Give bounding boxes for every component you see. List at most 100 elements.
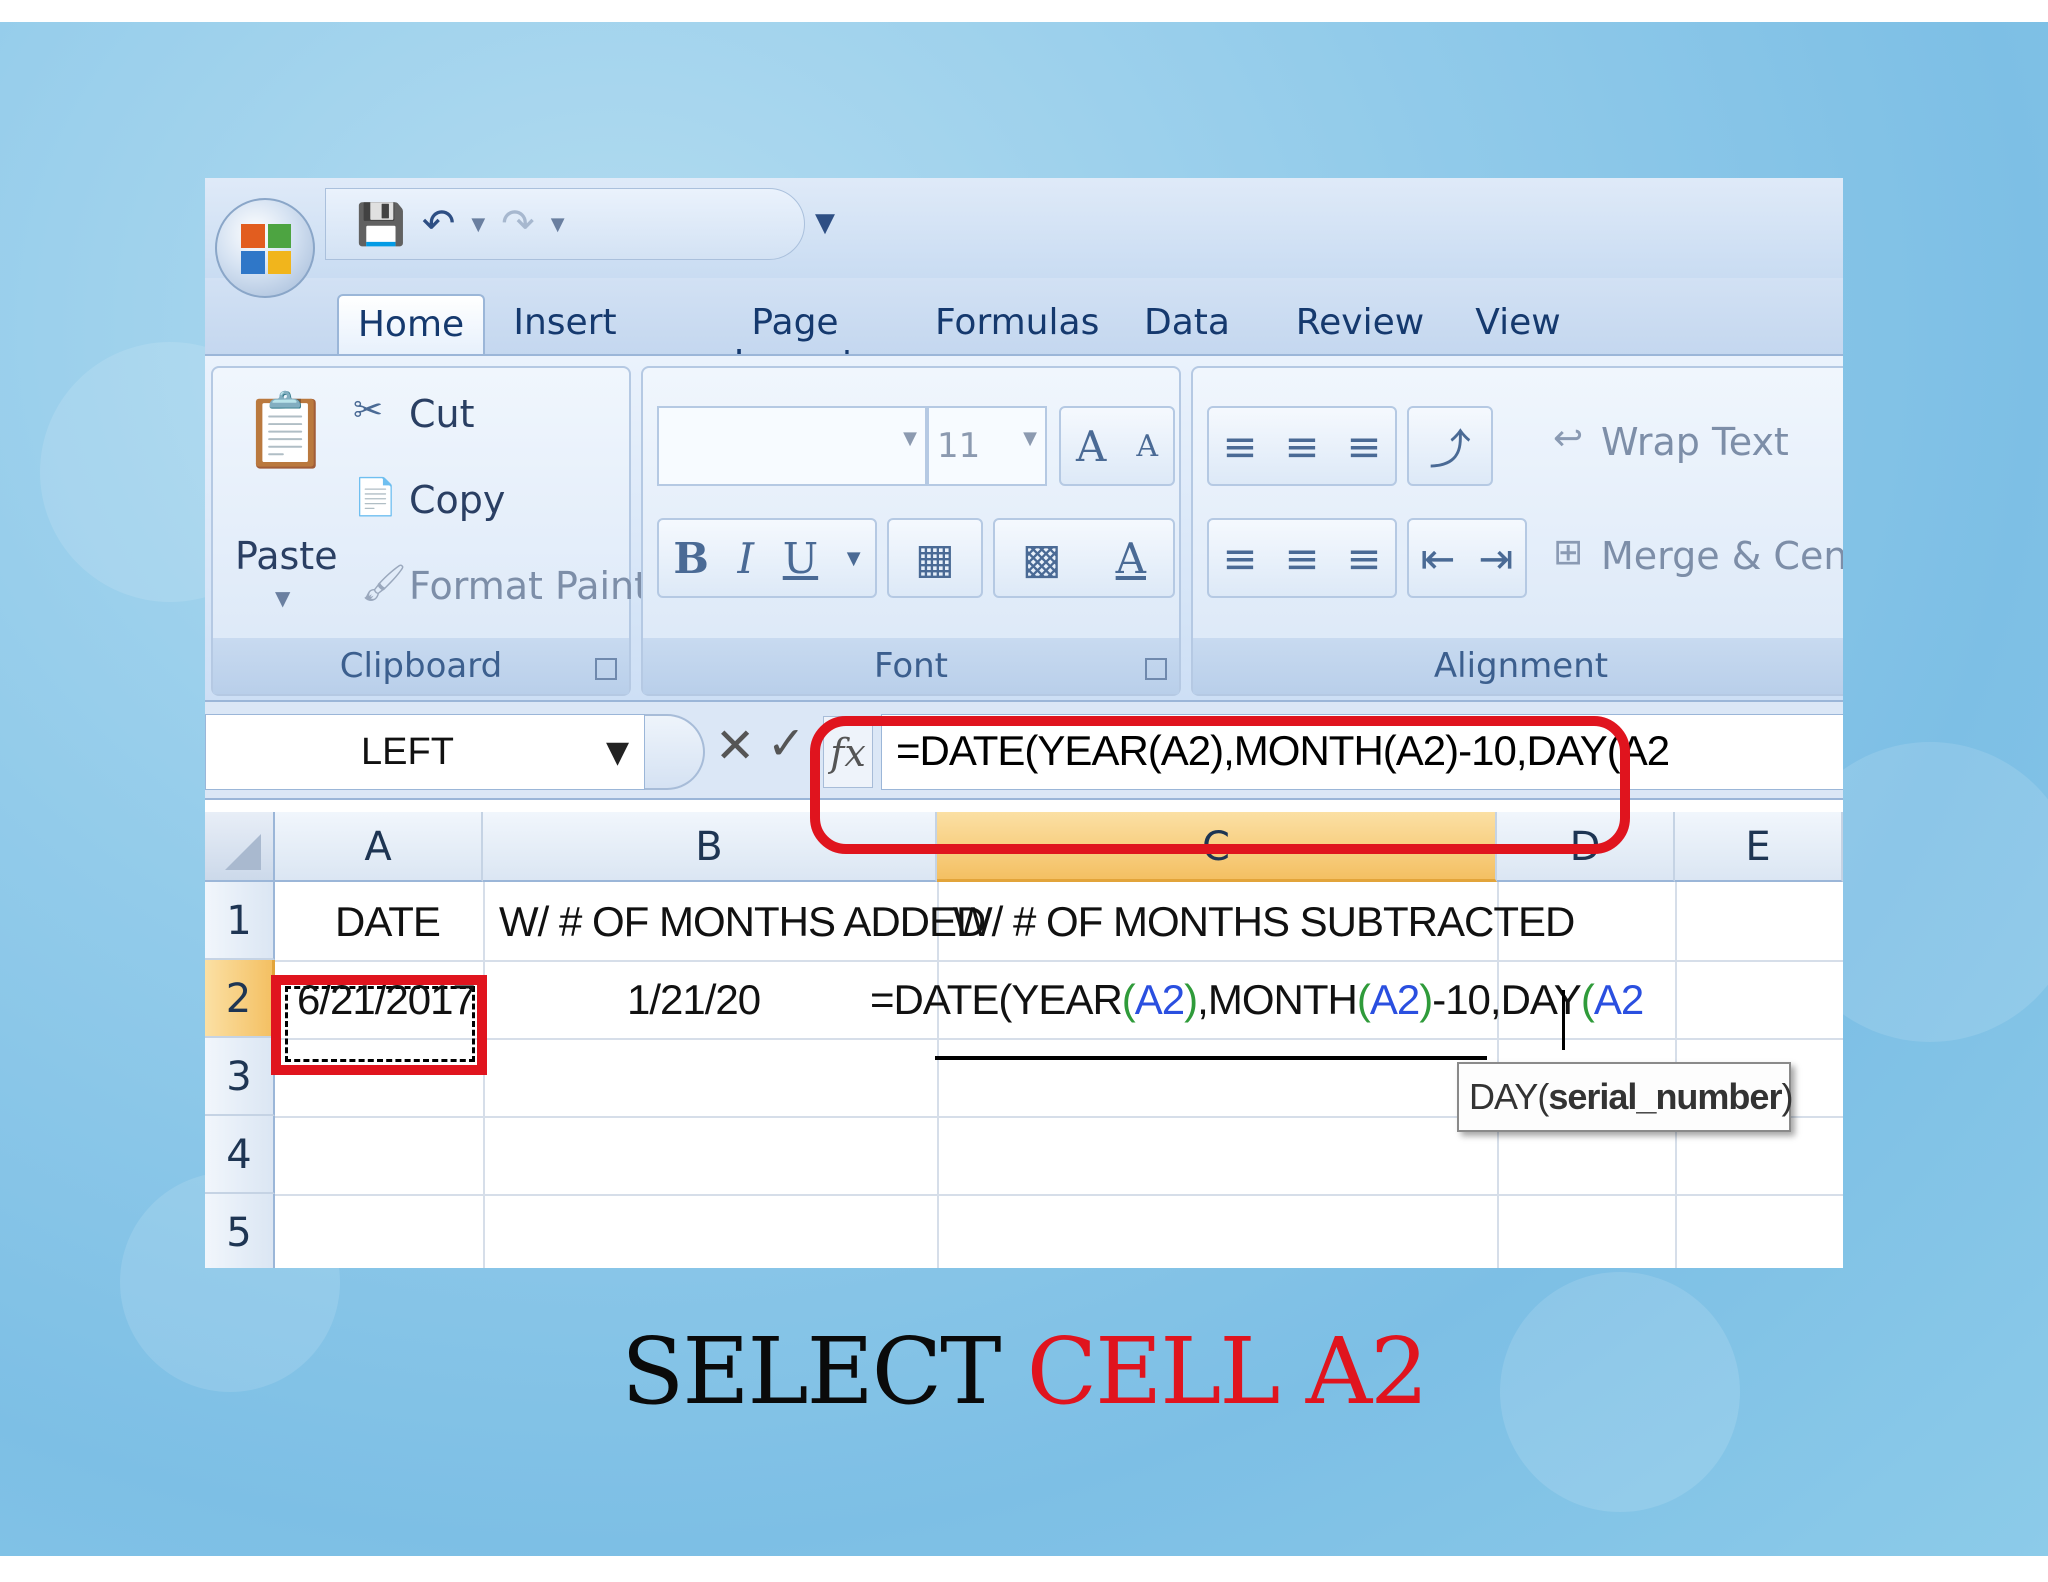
font-name-dropdown-icon[interactable]: ▼	[903, 428, 917, 449]
grid-line	[275, 960, 1843, 962]
copy-button[interactable]: Copy	[409, 478, 505, 522]
column-header-e[interactable]: E	[1675, 812, 1843, 882]
clipboard-group: 📋 Paste ▼ ✂ Cut 📄 Copy 🖌 Format Painter …	[211, 366, 688, 696]
font-size-combo[interactable]: 11 ▼	[927, 406, 1047, 486]
underline-dropdown-icon[interactable]: ▼	[847, 548, 861, 569]
tooltip-argument: serial_number	[1548, 1076, 1782, 1117]
formula-part: =DATE(YEAR	[870, 976, 1123, 1023]
redo-icon[interactable]: ↷	[501, 201, 535, 247]
fill-color-icon[interactable]: ▩	[1022, 534, 1062, 583]
wrap-text-icon[interactable]: ↩	[1553, 418, 1583, 459]
formula-ref-a2: A2	[1369, 976, 1420, 1023]
orientation-button[interactable]: ⤴	[1407, 406, 1493, 486]
tab-data[interactable]: Data	[1137, 294, 1237, 356]
row-header-1[interactable]: 1	[205, 882, 275, 960]
redo-dropdown-icon[interactable]: ▼	[551, 214, 565, 235]
row-header-2[interactable]: 2	[205, 960, 275, 1038]
paste-button[interactable]: Paste	[235, 534, 338, 578]
format-painter-icon[interactable]: 🖌	[361, 562, 407, 604]
office-logo-icon	[241, 224, 291, 274]
column-header-a[interactable]: A	[275, 812, 483, 882]
font-style-buttons: B I U ▼	[657, 518, 877, 598]
undo-dropdown-icon[interactable]: ▼	[471, 214, 485, 235]
font-name-combo[interactable]: ▼	[657, 406, 927, 486]
paste-dropdown-icon[interactable]: ▼	[275, 586, 290, 610]
office-button[interactable]	[215, 198, 315, 298]
active-cell-border	[935, 1056, 1487, 1060]
slide-caption: SELECT CELL A2	[0, 1318, 2048, 1425]
name-box[interactable]: LEFT ▼	[205, 714, 645, 790]
cell-a1[interactable]: DATE	[335, 898, 441, 946]
customize-icon[interactable]: ▼	[815, 208, 835, 238]
indent-buttons: ⇤ ⇥	[1407, 518, 1527, 598]
align-left-icon[interactable]: ≡	[1222, 534, 1257, 583]
select-all-button[interactable]	[205, 812, 275, 882]
cell-a2-highlight-annotation	[271, 975, 487, 1075]
shrink-font-button[interactable]: A	[1136, 429, 1158, 464]
merge-center-icon[interactable]: ⊞	[1553, 532, 1583, 573]
ribbon: 📋 Paste ▼ ✂ Cut 📄 Copy 🖌 Format Painter …	[205, 354, 1843, 700]
cell-c1[interactable]: W/ # OF MONTHS SUBTRACTED	[953, 898, 1575, 946]
color-buttons: ▩ A	[993, 518, 1175, 598]
font-size-value: 11	[937, 426, 981, 466]
paste-icon[interactable]: 📋	[241, 388, 331, 473]
save-icon[interactable]: 💾	[356, 201, 406, 248]
tab-view[interactable]: View	[1473, 294, 1563, 356]
font-launcher-icon[interactable]	[1145, 658, 1167, 680]
name-box-value: LEFT	[361, 731, 454, 773]
borders-button[interactable]: ▦	[887, 518, 983, 598]
wrap-text-button[interactable]: Wrap Text	[1601, 420, 1789, 464]
grid-line	[483, 882, 485, 1268]
vertical-align-buttons: ≡ ≡ ≡	[1207, 406, 1397, 486]
cut-icon[interactable]: ✂	[353, 390, 383, 431]
clipboard-launcher-icon[interactable]	[595, 658, 617, 680]
align-center-icon[interactable]: ≡	[1284, 534, 1319, 583]
caption-text-red: CELL A2	[1026, 1318, 1429, 1425]
enter-icon[interactable]: ✓	[767, 716, 806, 770]
align-right-icon[interactable]: ≡	[1346, 534, 1381, 583]
merge-center-button[interactable]: Merge & Center	[1601, 534, 1843, 578]
cut-button[interactable]: Cut	[409, 392, 475, 436]
tab-page-layout[interactable]: Page Layout	[685, 294, 905, 384]
cell-b2[interactable]: 1/21/20	[627, 976, 761, 1024]
undo-icon[interactable]: ↶	[422, 201, 456, 247]
formula-bar-divider[interactable]	[645, 714, 705, 790]
text-cursor	[1562, 990, 1565, 1050]
tab-home[interactable]: Home	[337, 294, 485, 356]
row-header-4[interactable]: 4	[205, 1116, 275, 1194]
underline-button[interactable]: U	[783, 534, 818, 583]
horizontal-align-buttons: ≡ ≡ ≡	[1207, 518, 1397, 598]
tab-insert[interactable]: Insert	[505, 294, 625, 356]
function-tooltip[interactable]: DAY(serial_number)	[1457, 1062, 1793, 1132]
bold-button[interactable]: B	[673, 534, 709, 583]
clipboard-group-label: Clipboard	[213, 638, 629, 694]
cell-b1[interactable]: W/ # OF MONTHS ADDED	[499, 898, 986, 946]
row-header-3[interactable]: 3	[205, 1038, 275, 1116]
font-group: ▼ 11 ▼ A A B I U ▼ ▦ ▩ A Font	[641, 366, 1181, 696]
align-top-icon[interactable]: ≡	[1222, 422, 1257, 471]
excel-screenshot: 💾 ↶ ▼ ↷ ▼ ▼ Home Insert Page Layout Form…	[205, 178, 1843, 1268]
align-middle-icon[interactable]: ≡	[1284, 422, 1319, 471]
cancel-icon[interactable]: ✕	[715, 718, 755, 774]
tooltip-close: )	[1781, 1076, 1793, 1117]
align-bottom-icon[interactable]: ≡	[1346, 422, 1381, 471]
font-color-button[interactable]: A	[1116, 534, 1146, 583]
increase-indent-icon[interactable]: ⇥	[1478, 534, 1513, 583]
grid-line	[275, 1194, 1843, 1196]
alignment-group-label: Alignment	[1193, 638, 1843, 694]
copy-icon[interactable]: 📄	[353, 476, 398, 518]
font-size-dropdown-icon[interactable]: ▼	[1023, 428, 1037, 449]
decrease-indent-icon[interactable]: ⇤	[1420, 534, 1455, 583]
ribbon-tabs: Home Insert Page Layout Formulas Data Re…	[205, 278, 1843, 384]
row-header-5[interactable]: 5	[205, 1194, 275, 1268]
formula-part: ,MONTH	[1197, 976, 1358, 1023]
borders-icon: ▦	[915, 533, 955, 583]
alignment-group: ≡ ≡ ≡ ⤴ ≡ ≡ ≡ ⇤ ⇥ ↩ Wrap Text ⊞ Merge & …	[1191, 366, 1843, 696]
quick-access-toolbar: 💾 ↶ ▼ ↷ ▼	[325, 188, 805, 260]
name-box-dropdown-icon[interactable]: ▼	[606, 735, 629, 770]
italic-button[interactable]: I	[737, 534, 754, 583]
tab-review[interactable]: Review	[1295, 294, 1425, 356]
cell-c2-formula[interactable]: =DATE(YEAR(A2),MONTH(A2)-10,DAY(A2	[870, 976, 1644, 1024]
tab-formulas[interactable]: Formulas	[935, 294, 1099, 356]
grow-font-button[interactable]: A	[1076, 422, 1106, 471]
